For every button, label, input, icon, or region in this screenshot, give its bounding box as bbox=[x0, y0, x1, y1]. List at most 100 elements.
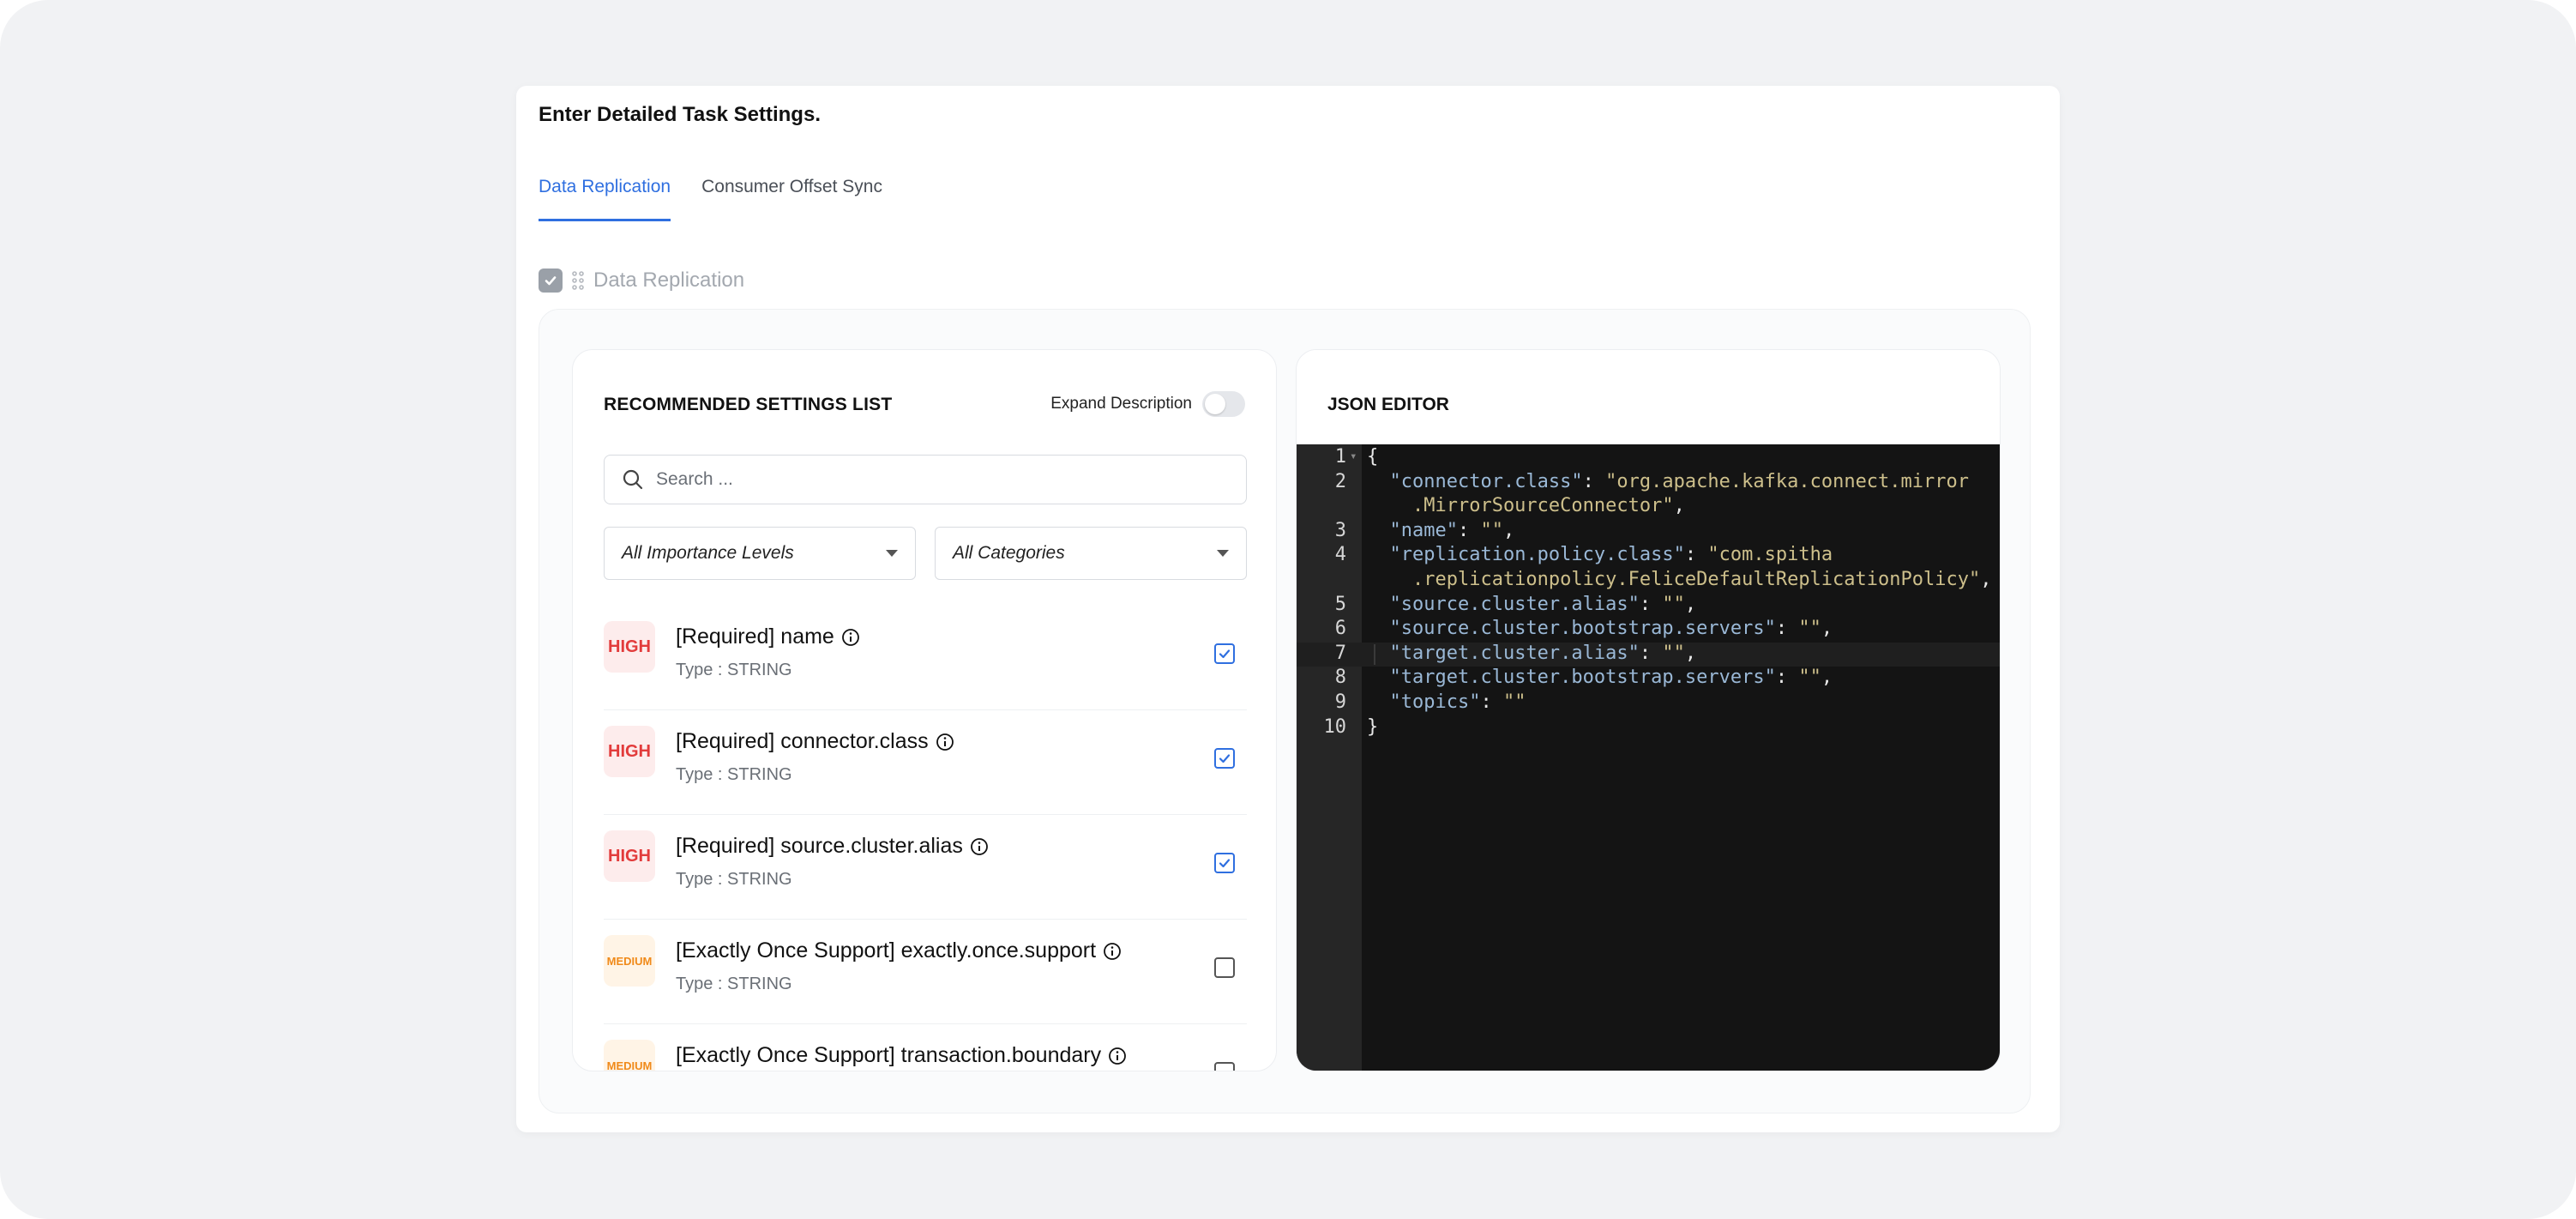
setting-name: [Exactly Once Support] exactly.once.supp… bbox=[676, 938, 1097, 963]
section-header: Data Replication bbox=[539, 266, 744, 295]
task-settings-card: Enter Detailed Task Settings. Data Repli… bbox=[516, 86, 2060, 1132]
expand-description: Expand Description bbox=[1050, 391, 1245, 417]
setting-title: [Required] connector.class bbox=[676, 729, 954, 754]
importance-badge: HIGH bbox=[604, 830, 655, 882]
section-label: Data Replication bbox=[593, 269, 745, 292]
recommended-settings-panel: RECOMMENDED SETTINGS LIST Expand Descrip… bbox=[572, 349, 1277, 1071]
toggle-knob bbox=[1205, 394, 1225, 414]
code-text: "source.cluster.alias": "", bbox=[1367, 593, 1697, 615]
tab-data-replication[interactable]: Data Replication bbox=[539, 177, 671, 221]
json-punctuation: { bbox=[1367, 446, 1379, 468]
setting-type: Type : STRING bbox=[676, 661, 792, 679]
tab-consumer-offset-sync[interactable]: Consumer Offset Sync bbox=[701, 177, 882, 221]
importance-level-value: All Importance Levels bbox=[622, 543, 794, 563]
setting-checkbox[interactable] bbox=[1214, 1062, 1235, 1071]
info-icon[interactable] bbox=[970, 837, 989, 856]
settings-panel: RECOMMENDED SETTINGS LIST Expand Descrip… bbox=[539, 309, 2031, 1113]
line-number: 7 bbox=[1334, 642, 1346, 664]
info-icon[interactable] bbox=[936, 733, 954, 751]
setting-checkbox[interactable] bbox=[1214, 853, 1235, 873]
importance-badge: MEDIUM bbox=[604, 935, 655, 987]
json-punctuation bbox=[1367, 691, 1390, 713]
setting-title: [Exactly Once Support] exactly.once.supp… bbox=[676, 938, 1122, 963]
json-string: "" bbox=[1798, 667, 1821, 689]
line-number: 1 bbox=[1334, 446, 1346, 468]
json-string: "org.apache.kafka.connect.mirror bbox=[1605, 470, 1970, 492]
code-text: "source.cluster.bootstrap.servers": "", bbox=[1367, 618, 1833, 639]
json-punctuation bbox=[1367, 520, 1390, 541]
json-key: "replication.policy.class" bbox=[1389, 544, 1685, 566]
json-string: .MirrorSourceConnector" bbox=[1367, 495, 1674, 517]
chevron-down-icon bbox=[886, 550, 898, 557]
json-string: "com.spitha bbox=[1707, 544, 1833, 566]
json-editor-title: JSON EDITOR bbox=[1327, 395, 1449, 414]
setting-name: [Exactly Once Support] transaction.bound… bbox=[676, 1043, 1102, 1067]
setting-checkbox[interactable] bbox=[1214, 748, 1235, 769]
json-key: "name" bbox=[1389, 519, 1458, 541]
search-icon bbox=[623, 469, 643, 490]
json-string: .replicationpolicy.FeliceDefaultReplicat… bbox=[1367, 569, 1981, 590]
json-punctuation: : bbox=[1582, 470, 1606, 492]
json-string: "" bbox=[1662, 593, 1685, 615]
json-key: "topics" bbox=[1389, 691, 1481, 713]
json-punctuation: , bbox=[1821, 667, 1833, 689]
code-line: 10} bbox=[1297, 715, 2000, 740]
json-punctuation: : bbox=[1684, 544, 1708, 566]
importance-level-select[interactable]: All Importance Levels bbox=[604, 527, 916, 580]
line-number: 10 bbox=[1323, 715, 1347, 738]
code-text: "target.cluster.alias": "", bbox=[1367, 642, 1697, 664]
list-item: MEDIUM [Exactly Once Support] exactly.on… bbox=[604, 920, 1247, 1024]
json-punctuation bbox=[1367, 667, 1390, 688]
json-string: "" bbox=[1662, 642, 1685, 664]
json-punctuation bbox=[1367, 594, 1390, 615]
json-editor-panel: JSON EDITOR 1 ▾ {2 "connector.class": "org… bbox=[1296, 349, 2001, 1071]
code-text: } bbox=[1367, 716, 1378, 738]
json-string: "" bbox=[1480, 519, 1503, 541]
search-input[interactable] bbox=[656, 469, 1205, 490]
category-select[interactable]: All Categories bbox=[935, 527, 1247, 580]
json-punctuation: , bbox=[1821, 618, 1833, 640]
code-line: 8 "target.cluster.bootstrap.servers": ""… bbox=[1297, 667, 2000, 691]
code-line: 7 "target.cluster.alias": "", bbox=[1297, 642, 2000, 667]
json-key: "connector.class" bbox=[1389, 470, 1583, 492]
search-box bbox=[604, 455, 1247, 504]
code-text: .replicationpolicy.FeliceDefaultReplicat… bbox=[1367, 569, 1992, 590]
info-icon[interactable] bbox=[1103, 942, 1122, 961]
setting-checkbox[interactable] bbox=[1214, 643, 1235, 664]
line-number: 3 bbox=[1334, 519, 1346, 541]
setting-checkbox[interactable] bbox=[1214, 957, 1235, 978]
json-punctuation: } bbox=[1367, 715, 1379, 738]
setting-name: [Required] connector.class bbox=[676, 729, 929, 753]
json-punctuation: , bbox=[1502, 519, 1515, 541]
code-text: "topics": "" bbox=[1367, 691, 1526, 713]
check-icon bbox=[1219, 754, 1231, 763]
code-line: 3 "name": "", bbox=[1297, 519, 2000, 544]
app-background: Enter Detailed Task Settings. Data Repli… bbox=[0, 0, 2576, 1219]
importance-badge: HIGH bbox=[604, 726, 655, 777]
drag-handle-icon[interactable] bbox=[571, 270, 585, 291]
json-punctuation: , bbox=[1684, 642, 1697, 664]
section-checkbox[interactable] bbox=[539, 269, 563, 293]
json-punctuation: : bbox=[1775, 667, 1799, 689]
json-punctuation: : bbox=[1480, 691, 1503, 713]
code-line: 9 "topics": "" bbox=[1297, 691, 2000, 715]
json-punctuation: , bbox=[1980, 569, 1992, 590]
list-item: HIGH [Required] source.cluster.alias Typ… bbox=[604, 815, 1247, 920]
check-icon bbox=[1219, 649, 1231, 659]
json-key: "target.cluster.alias" bbox=[1389, 642, 1640, 664]
expand-description-label: Expand Description bbox=[1050, 395, 1192, 413]
setting-type: Type : STRING bbox=[676, 765, 792, 784]
code-editor[interactable]: 1 ▾ {2 "connector.class": "org.apache.kafk… bbox=[1297, 444, 2000, 1071]
json-punctuation bbox=[1367, 471, 1390, 492]
fold-arrow-icon[interactable]: ▾ bbox=[1350, 450, 1357, 463]
line-number: 6 bbox=[1334, 618, 1346, 640]
line-number: 9 bbox=[1334, 691, 1346, 713]
recommended-settings-title: RECOMMENDED SETTINGS LIST bbox=[604, 395, 893, 414]
importance-badge: HIGH bbox=[604, 621, 655, 673]
expand-description-toggle[interactable] bbox=[1202, 391, 1245, 417]
info-icon[interactable] bbox=[1108, 1047, 1127, 1065]
setting-title: [Required] name bbox=[676, 625, 860, 649]
json-punctuation: , bbox=[1684, 593, 1697, 615]
line-number: 8 bbox=[1334, 667, 1346, 689]
info-icon[interactable] bbox=[841, 628, 860, 647]
